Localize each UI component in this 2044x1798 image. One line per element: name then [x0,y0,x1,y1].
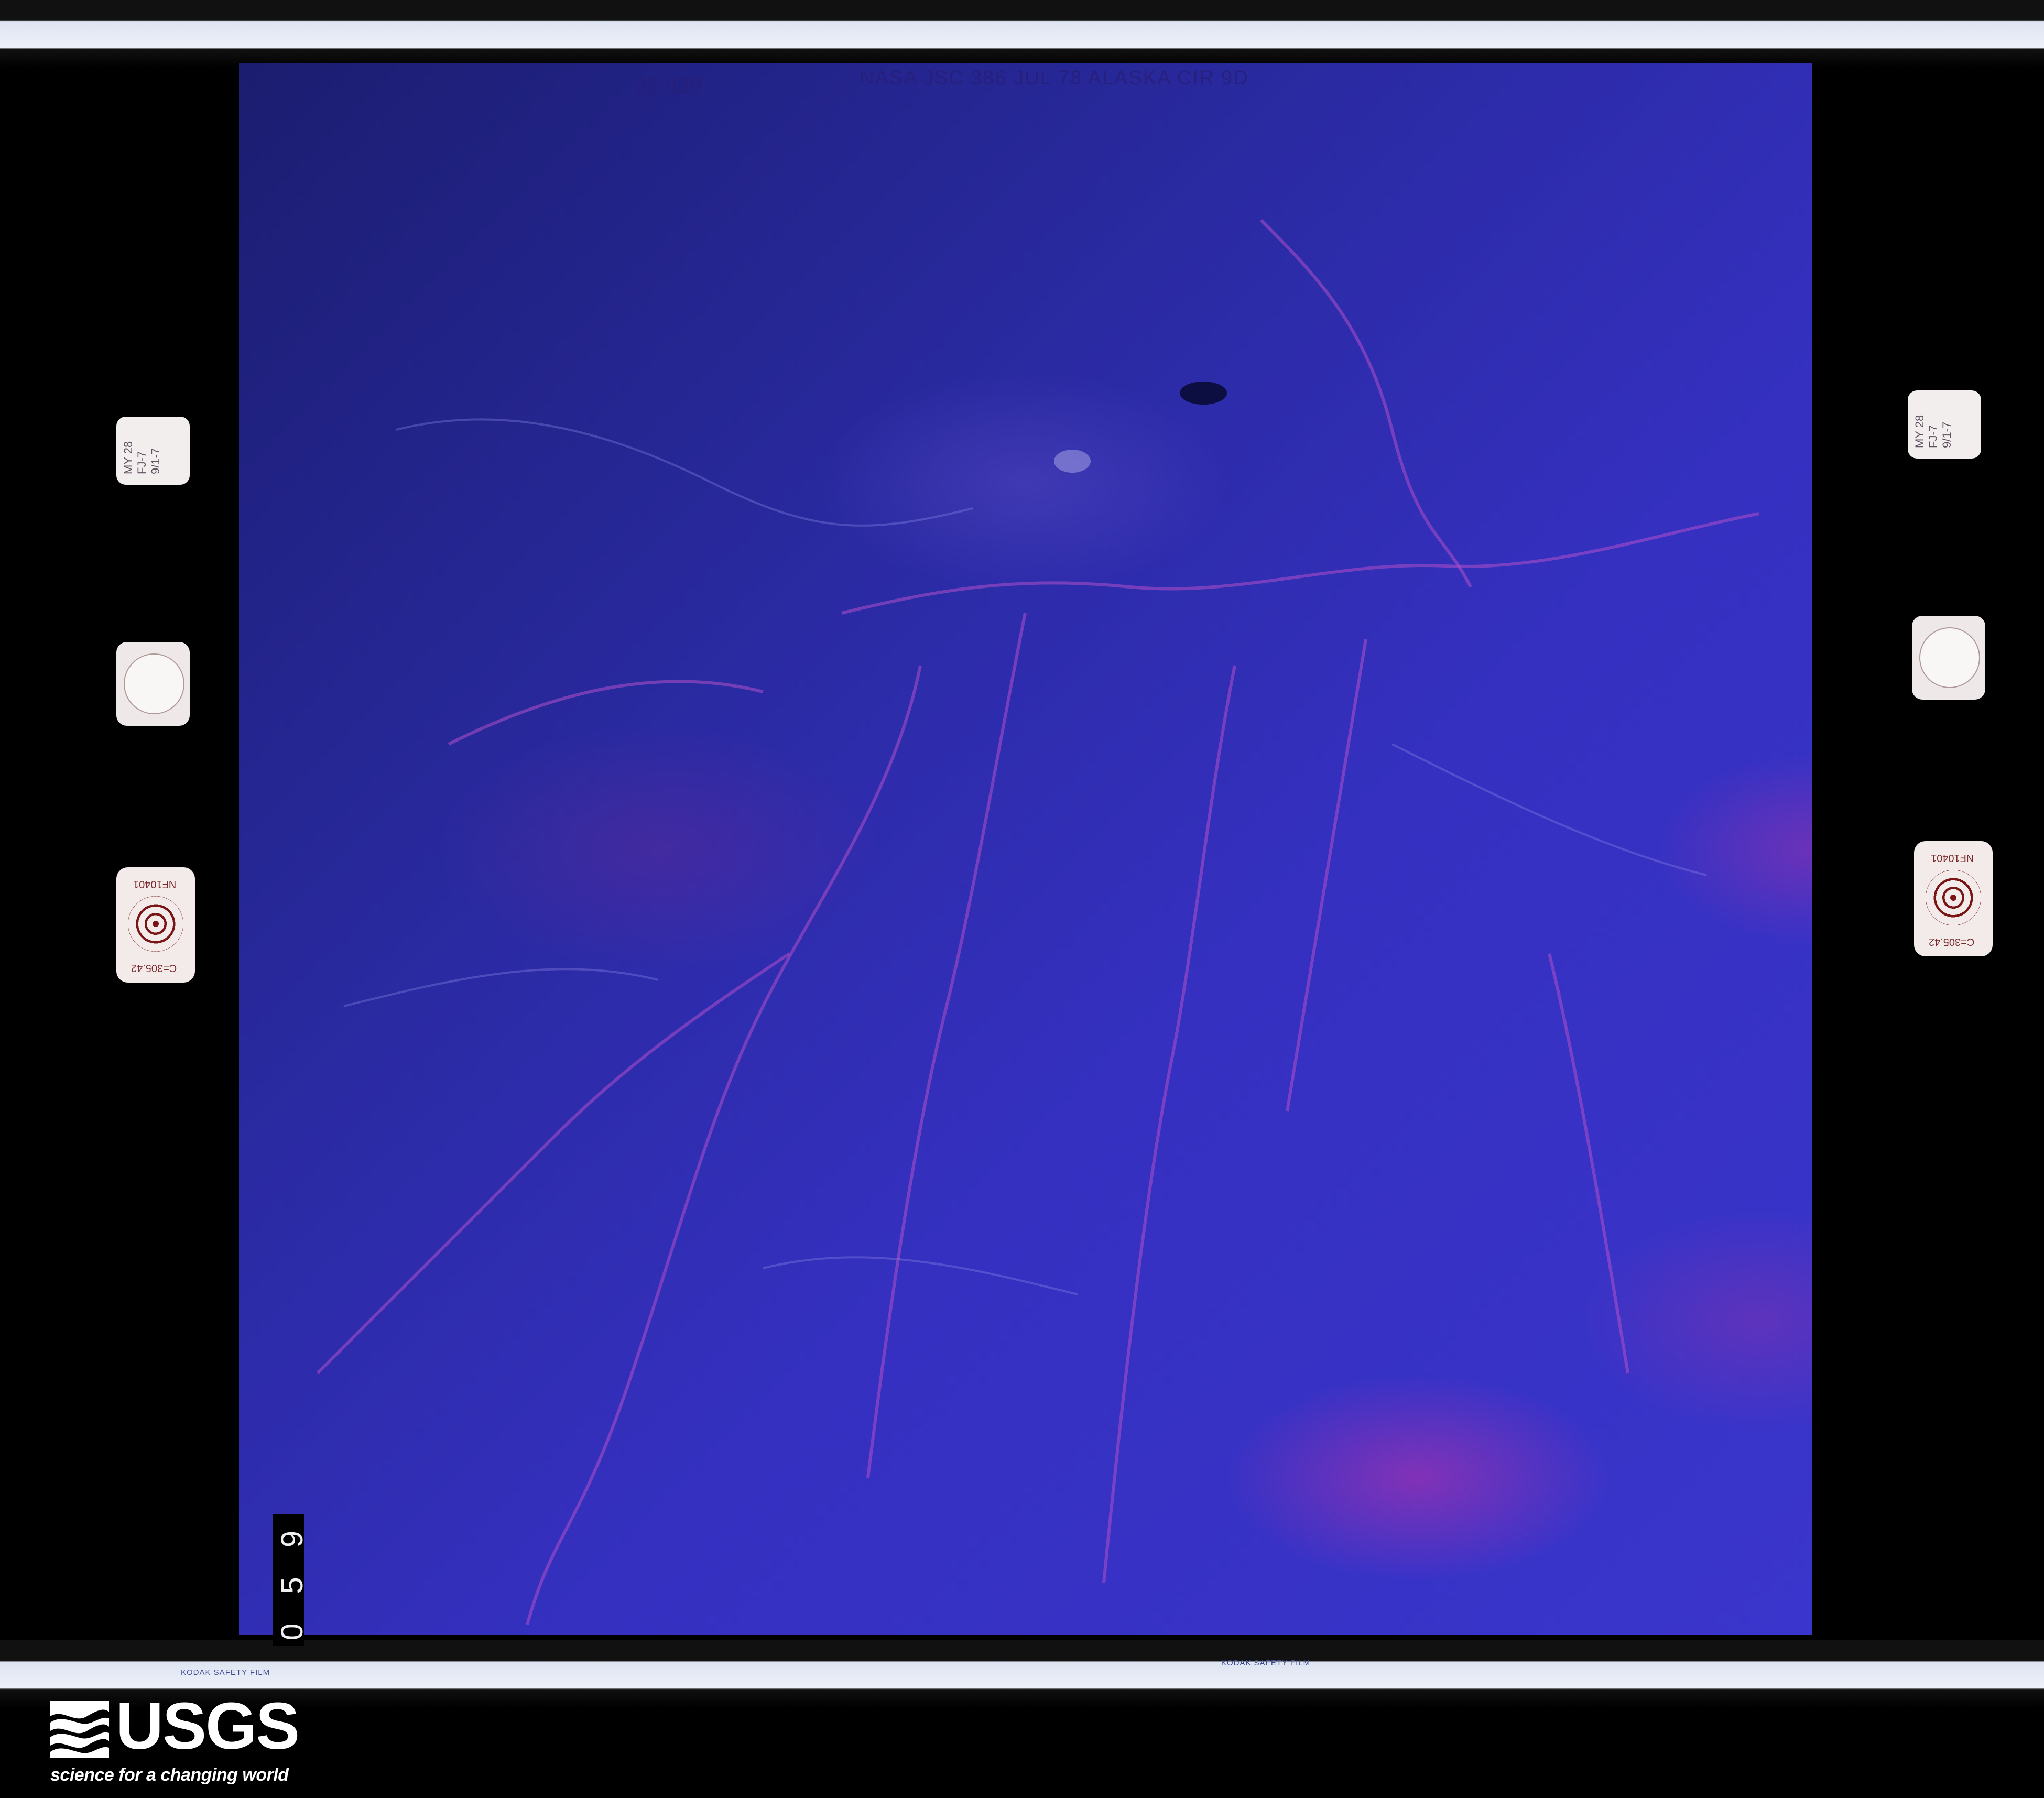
left-label-card: MY 28 FJ-7 9/1-7 [116,417,190,485]
usgs-wave-icon [50,1701,109,1758]
label-line: MY 28 [1913,415,1926,448]
usgs-wordmark: USGS [116,1689,300,1763]
label-line: FJ-7 [1927,425,1940,448]
frame-header: NASA JSC 386 JUL 78 ALASKA CIR 9D [860,67,1249,89]
frame-number-strip: 0 5 9 [273,1514,309,1646]
film-brand-left: KODAK SAFETY FILM [181,1668,270,1677]
film-brand-right: KODAK SAFETY FILM [1221,1659,1311,1668]
frame-number: 0 5 9 [275,1520,309,1640]
film-scan-page: { "image": { "subject": "color-infrared … [0,0,2044,1798]
label-line: 9/1-7 [149,448,162,474]
terrain-drainage-pattern [316,219,1759,1625]
film-edge-bottom [0,1640,2044,1708]
usgs-tagline: science for a changing world [50,1765,289,1785]
right-label-card: MY 28 FJ-7 9/1-7 [1908,390,1981,459]
lens-id: NF10401 [133,878,177,890]
lens-id: NF10401 [1931,852,1974,864]
focal-length: C=305.42 [131,962,177,974]
frame-id: 22 039 [634,73,702,98]
right-lens-target-icon: NF10401 C=305.42 [1914,841,1993,956]
label-line: 9/1-7 [1940,421,1953,448]
right-clock-icon [1912,616,1985,700]
film-edge-top [0,0,2044,68]
focal-length: C=305.42 [1929,936,1975,947]
label-line: MY 28 [122,441,135,474]
left-lens-target-icon: NF10401 C=305.42 [116,867,195,983]
label-line: FJ-7 [135,451,148,474]
aerial-photo-frame [239,63,1812,1635]
left-clock-icon [116,642,190,726]
